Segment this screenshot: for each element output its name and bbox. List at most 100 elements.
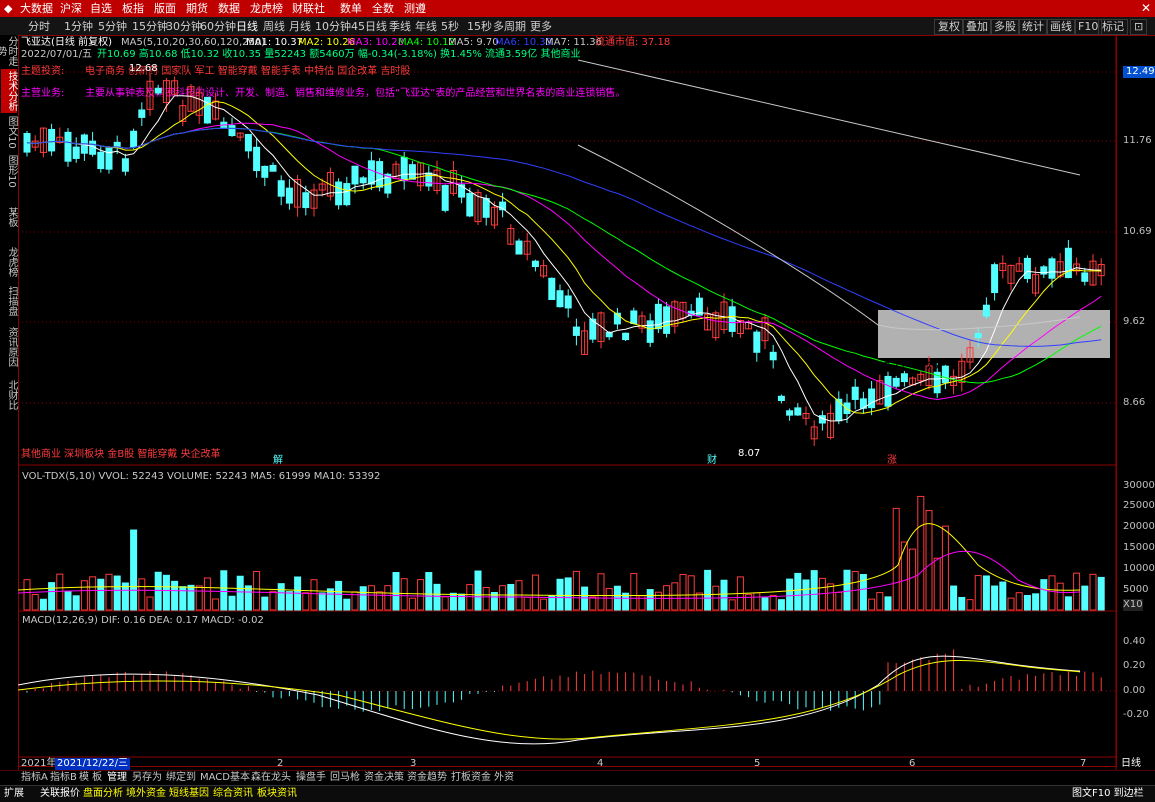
volume-bar: [630, 573, 638, 611]
top-menu-item[interactable]: 数单: [340, 2, 362, 15]
top-menu-item[interactable]: 板指: [122, 2, 144, 15]
period-tab-daily[interactable]: 日线: [236, 20, 258, 33]
top-menu-item[interactable]: 财联社: [292, 2, 325, 15]
event-marker[interactable]: 涨: [887, 454, 897, 466]
period-tab[interactable]: 45日线: [351, 20, 387, 33]
candle: [253, 146, 261, 172]
volume-bar: [433, 583, 441, 611]
indicator-tab[interactable]: 指标B: [50, 772, 77, 784]
bottom-tab[interactable]: 板块资讯: [257, 788, 297, 800]
indicator-tab[interactable]: 模 板: [79, 772, 102, 784]
top-menu-item[interactable]: 大数据: [20, 2, 53, 15]
price-label: 10.69: [1123, 226, 1152, 237]
period-tab[interactable]: 60分钟: [200, 20, 236, 33]
period-tab[interactable]: 5分钟: [98, 20, 127, 33]
indicator-tab[interactable]: 回马枪: [330, 772, 360, 784]
period-tab-more[interactable]: 更多: [530, 20, 552, 33]
period-tab[interactable]: 月线: [289, 20, 311, 33]
period-tab[interactable]: 1分钟: [64, 20, 93, 33]
nav-news-reason[interactable]: 资讯原因: [1, 323, 17, 371]
expand-button[interactable]: 扩展: [4, 788, 24, 800]
volume-header: VOL-TDX(5,10) VVOL: 52243 VOLUME: 52243 …: [22, 471, 380, 482]
bottom-tab[interactable]: 盘面分析: [83, 788, 123, 800]
candle: [572, 326, 580, 336]
close-icon[interactable]: ✕: [1141, 1, 1151, 15]
indicator-tab[interactable]: 操盘手: [296, 772, 326, 784]
top-menu-item[interactable]: 数据: [218, 2, 240, 15]
indicator-tab[interactable]: 资金决策: [364, 772, 404, 784]
period-tab[interactable]: 季线: [389, 20, 411, 33]
volume-bar: [482, 586, 490, 611]
nav-timeshare[interactable]: 分时走势: [0, 35, 17, 67]
period-tab[interactable]: 5秒: [441, 20, 459, 33]
volume-bar: [31, 593, 39, 611]
restore-rights-button[interactable]: 复权: [934, 19, 964, 35]
volume-bar: [146, 596, 154, 611]
top-menu-item[interactable]: 自选: [90, 2, 112, 15]
period-tab[interactable]: 周线: [263, 20, 285, 33]
draw-line-button[interactable]: 画线: [1046, 19, 1076, 35]
volume-bar: [269, 590, 277, 611]
nav-graphic[interactable]: 图形10: [1, 153, 17, 189]
top-menu-item[interactable]: 期货: [186, 2, 208, 15]
multi-stock-button[interactable]: 多股: [990, 19, 1020, 35]
f10-sidebar-toggle[interactable]: 图文F10 到边栏: [1072, 788, 1144, 800]
candle: [138, 109, 146, 118]
volume-bar: [113, 575, 121, 611]
period-tab[interactable]: 多周期: [493, 20, 526, 33]
indicator-tab[interactable]: 绑定到: [166, 772, 196, 784]
window-icon[interactable]: ⊡: [1130, 19, 1148, 35]
indicator-tab[interactable]: 管理: [107, 772, 127, 784]
event-marker[interactable]: 财: [707, 453, 717, 466]
nav-dragon-tiger[interactable]: 龙虎榜: [1, 245, 17, 279]
overlay-button[interactable]: 叠加: [962, 19, 992, 35]
indicator-tab[interactable]: 另存为: [132, 772, 162, 784]
statistics-button[interactable]: 统计: [1018, 19, 1048, 35]
axis-month: 7: [1080, 758, 1087, 769]
indicator-tab[interactable]: 指标A: [21, 772, 48, 784]
event-marker[interactable]: 解: [273, 453, 283, 466]
candle: [646, 320, 654, 343]
bottom-tab[interactable]: 短线基因: [169, 788, 209, 800]
period-tab[interactable]: 分时: [28, 20, 50, 33]
bottom-tab[interactable]: 综合资讯: [213, 788, 253, 800]
period-tab[interactable]: 15秒: [467, 20, 492, 33]
nav-sector[interactable]: 某板: [1, 195, 17, 239]
period-tab[interactable]: 10分钟: [315, 20, 351, 33]
indicator-tab[interactable]: MACD基本: [200, 772, 250, 784]
candle: [991, 264, 999, 294]
mark-button[interactable]: 标记: [1098, 19, 1128, 35]
nav-f10[interactable]: 图文10: [1, 115, 17, 149]
period-tab[interactable]: 15分钟: [132, 20, 168, 33]
top-menu-item[interactable]: 测遵: [404, 2, 426, 15]
top-menu-item[interactable]: 龙虎榜: [250, 2, 283, 15]
indicator-tab[interactable]: 资金趋势: [407, 772, 447, 784]
volume-bar: [220, 570, 228, 611]
volume-bar: [917, 495, 925, 611]
volume-bar: [162, 574, 170, 611]
volume-bar: [1064, 596, 1072, 611]
volume-bar: [925, 510, 933, 611]
indicator-tab[interactable]: 外资: [494, 772, 514, 784]
nav-technical-analysis[interactable]: 技术分析: [1, 69, 17, 113]
top-menu-item[interactable]: 全数: [372, 2, 394, 15]
nav-north[interactable]: 北财比: [1, 375, 17, 415]
candle: [359, 177, 367, 184]
period-tab[interactable]: 年线: [415, 20, 437, 33]
volume-bar: [605, 588, 613, 611]
volume-bar: [728, 599, 736, 611]
volume-bar: [1023, 594, 1031, 611]
volume-bar: [97, 578, 105, 611]
top-menu-item[interactable]: 沪深: [60, 2, 82, 15]
volume-bar: [958, 596, 966, 611]
period-tab[interactable]: 30分钟: [166, 20, 202, 33]
nav-scan[interactable]: 扫描盘: [1, 283, 17, 319]
top-menu-item[interactable]: 版面: [154, 2, 176, 15]
bottom-tab[interactable]: 关联报价: [40, 788, 80, 800]
candle: [556, 290, 564, 308]
indicator-tab[interactable]: 森在龙头: [251, 772, 291, 784]
axis-period[interactable]: 日线: [1121, 758, 1141, 770]
indicator-tab[interactable]: 打板资金: [451, 772, 491, 784]
volume-bar: [23, 579, 31, 611]
bottom-tab[interactable]: 境外资金: [126, 788, 166, 800]
